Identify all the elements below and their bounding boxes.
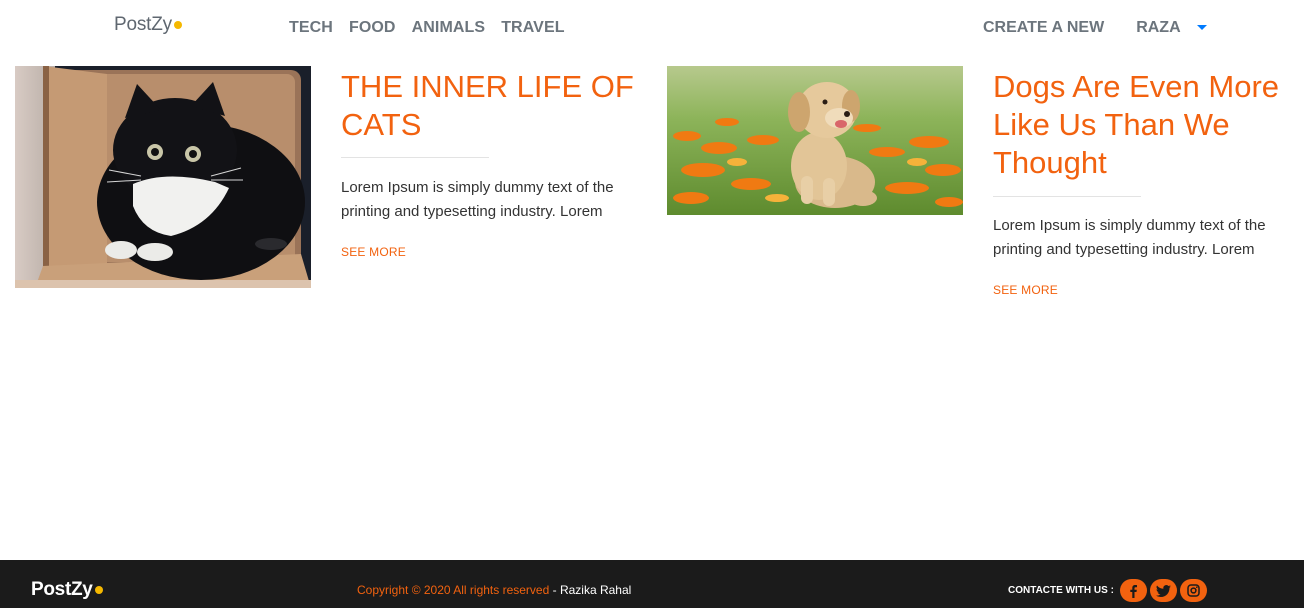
instagram-icon-glyph — [1187, 584, 1200, 597]
post-excerpt: Lorem Ipsum is simply dummy text of the … — [341, 179, 614, 220]
caret-down-icon — [1196, 24, 1207, 30]
nav-link-travel[interactable]: TRAVEL — [501, 19, 564, 37]
instagram-icon[interactable] — [1179, 579, 1207, 602]
facebook-icon[interactable] — [1119, 579, 1147, 602]
post-excerpt: Lorem Ipsum is simply dummy text of the … — [993, 217, 1266, 258]
contact-section: CONTACTE WITH US : — [1008, 579, 1207, 602]
copyright-separator: - — [549, 583, 560, 597]
see-more-link[interactable]: SEE MORE — [341, 245, 406, 259]
post-divider — [993, 196, 1141, 197]
user-name: RAZA — [1136, 19, 1181, 36]
post-image-dog[interactable] — [667, 66, 963, 215]
footer-brand-logo[interactable]: PostZy — [31, 579, 103, 601]
cat-photo — [15, 66, 311, 288]
nav-link-food[interactable]: FOOD — [349, 19, 396, 37]
category-nav: TECH FOOD ANIMALS TRAVEL — [289, 19, 565, 37]
post-divider — [341, 157, 489, 158]
nav-link-animals[interactable]: ANIMALS — [412, 19, 486, 37]
copyright-text: Copyright © 2020 All rights reserved - R… — [357, 583, 631, 597]
twitter-icon[interactable] — [1149, 579, 1177, 602]
twitter-icon-glyph — [1155, 584, 1171, 597]
facebook-icon-glyph — [1130, 584, 1138, 598]
brand-logo[interactable]: PostZy — [114, 14, 182, 36]
create-new-link[interactable]: CREATE A NEW — [983, 19, 1104, 37]
puppy-photo — [667, 66, 963, 215]
footer: PostZy Copyright © 2020 All rights reser… — [0, 560, 1304, 608]
author-name: Razika Rahal — [559, 583, 632, 597]
nav-right: CREATE A NEW RAZA — [983, 19, 1207, 37]
copyright-notice: Copyright © 2020 All rights reserved — [357, 583, 550, 597]
nav-link-tech[interactable]: TECH — [289, 19, 333, 37]
post-title[interactable]: THE INNER LIFE OF CATS — [341, 68, 641, 144]
user-menu-dropdown[interactable]: RAZA — [1136, 19, 1207, 37]
post-image-cat[interactable] — [15, 66, 311, 288]
contact-label: CONTACTE WITH US : — [1008, 585, 1114, 596]
post-title[interactable]: Dogs Are Even More Like Us Than We Thoug… — [993, 68, 1293, 182]
navbar: PostZy TECH FOOD ANIMALS TRAVEL CREATE A… — [0, 0, 1304, 56]
brand-name: PostZy — [114, 14, 172, 35]
brand-dot-icon — [173, 21, 182, 29]
brand-dot-icon — [94, 586, 103, 594]
footer-brand-name: PostZy — [31, 579, 93, 600]
see-more-link[interactable]: SEE MORE — [993, 283, 1058, 297]
